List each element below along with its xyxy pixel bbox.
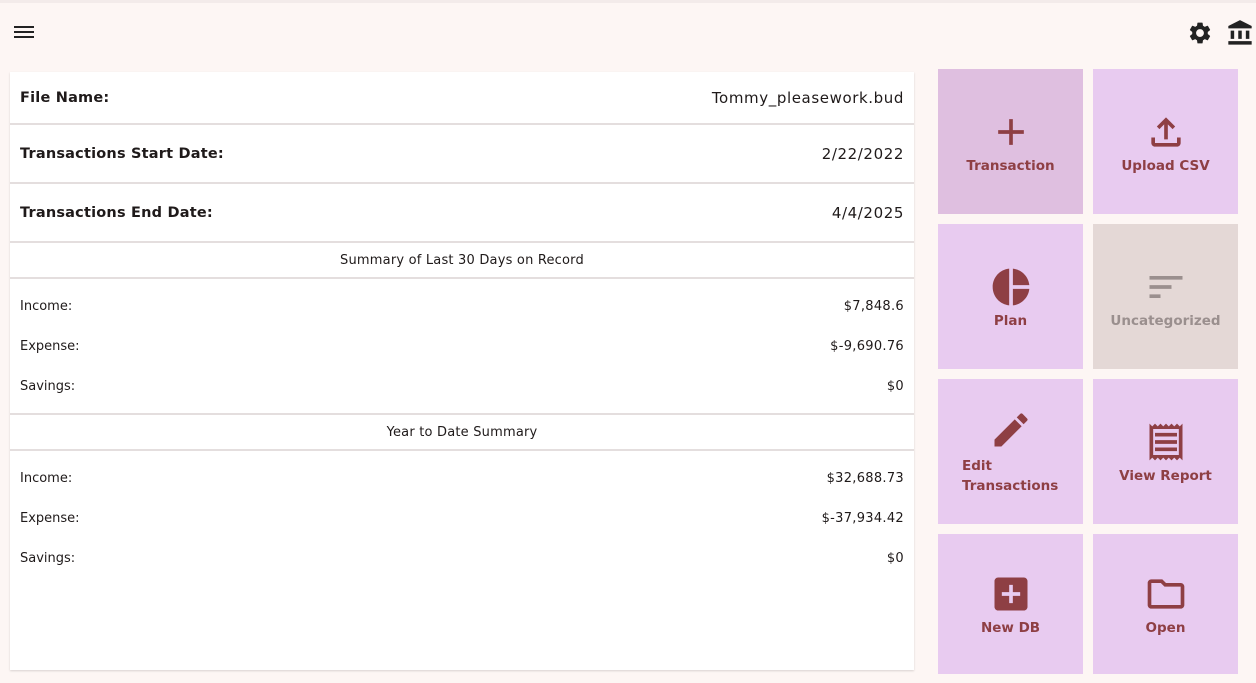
top-app-bar [0, 0, 1256, 62]
transaction-button[interactable]: Transaction [938, 69, 1083, 214]
end-date-label: Transactions End Date: [20, 204, 213, 221]
folder-icon [1147, 579, 1184, 609]
gear-icon[interactable] [1187, 20, 1213, 46]
new-db-label: New DB [980, 620, 1041, 636]
plan-label: Plan [993, 312, 1028, 329]
sort-lines-icon [1149, 275, 1182, 298]
file-name-row: File Name: Tommy_pleasework.bud [10, 72, 914, 123]
transaction-label: Transaction [966, 157, 1055, 174]
last30-expense-label: Expense: [20, 338, 80, 354]
uncategorized-label: Uncategorized [1110, 312, 1221, 329]
ytd-title: Year to Date Summary [386, 424, 538, 440]
new-db-button[interactable]: New DB [938, 534, 1083, 674]
last30-savings-label: Savings: [20, 378, 76, 394]
last30-expense-row: Expense: $-9,690.76 [10, 336, 914, 356]
ytd-expense-row: Expense: $-37,934.42 [10, 508, 914, 528]
receipt-icon [1149, 423, 1182, 460]
ytd-savings-value: $0 [886, 550, 904, 566]
ytd-expense-label: Expense: [20, 510, 80, 526]
ytd-savings-label: Savings: [20, 550, 76, 566]
upload-icon [1150, 116, 1181, 147]
last-30-days-title: Summary of Last 30 Days on Record [340, 252, 584, 268]
last30-savings-row: Savings: $0 [10, 376, 914, 396]
end-date-row: Transactions End Date: 4/4/2025 [10, 184, 914, 241]
plan-button[interactable]: Plan [938, 224, 1083, 369]
open-label: Open [1145, 620, 1186, 636]
file-name-value: Tommy_pleasework.bud [711, 88, 904, 107]
end-date-value: 4/4/2025 [831, 203, 904, 222]
ytd-savings-row: Savings: $0 [10, 548, 914, 568]
pencil-icon [994, 412, 1028, 446]
upload-csv-label: Upload CSV [1121, 157, 1210, 174]
file-name-label: File Name: [20, 89, 110, 106]
pie-chart-icon [992, 268, 1029, 305]
view-report-label: View Report [1119, 467, 1212, 484]
last30-savings-value: $0 [886, 378, 904, 394]
open-button[interactable]: Open [1093, 534, 1238, 674]
edit-transactions-button[interactable]: Edit Transactions [938, 379, 1083, 524]
last30-income-label: Income: [20, 298, 73, 314]
ytd-income-row: Income: $32,688.73 [10, 468, 914, 488]
divider [10, 277, 914, 279]
ytd-expense-value: $-37,934.42 [821, 510, 904, 526]
edit-transactions-label: Edit Transactions [962, 457, 1059, 494]
last30-income-row: Income: $7,848.6 [10, 296, 914, 316]
bank-icon[interactable] [1226, 19, 1254, 47]
view-report-button[interactable]: View Report [1093, 379, 1238, 524]
last30-income-value: $7,848.6 [843, 298, 904, 314]
ytd-income-label: Income: [20, 470, 73, 486]
menu-icon[interactable] [10, 18, 38, 46]
uncategorized-button[interactable]: Uncategorized [1093, 224, 1238, 369]
summary-card: File Name: Tommy_pleasework.bud Transact… [10, 72, 914, 670]
upload-csv-button[interactable]: Upload CSV [1093, 69, 1238, 214]
last30-expense-value: $-9,690.76 [830, 338, 904, 354]
start-date-row: Transactions Start Date: 2/22/2022 [10, 125, 914, 182]
divider [10, 449, 914, 451]
add-box-icon [994, 577, 1027, 611]
ytd-income-value: $32,688.73 [826, 470, 904, 486]
start-date-value: 2/22/2022 [821, 144, 904, 163]
start-date-label: Transactions Start Date: [20, 145, 224, 162]
plus-icon [997, 118, 1024, 145]
